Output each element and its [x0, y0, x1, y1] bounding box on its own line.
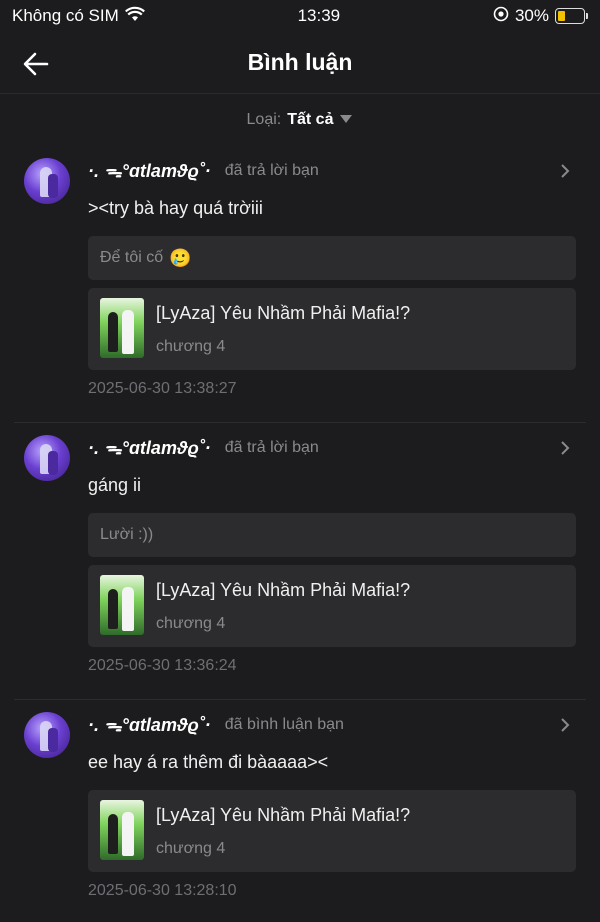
avatar[interactable] — [24, 435, 70, 481]
username[interactable]: ·. ᯓ°ɑtlamϑϱ˚· — [88, 713, 211, 737]
chevron-right-icon[interactable] — [554, 437, 576, 459]
filter-dropdown[interactable]: Loại: Tất cả — [0, 94, 600, 146]
status-right: 30% — [493, 6, 588, 27]
quoted-comment: Lười :)) — [88, 513, 576, 557]
quote-text: Lười :)) — [100, 526, 154, 543]
back-button[interactable] — [18, 46, 54, 82]
timestamp: 2025-06-30 13:38:27 — [88, 380, 237, 397]
avatar[interactable] — [24, 158, 70, 204]
chevron-right-icon[interactable] — [554, 714, 576, 736]
location-icon — [493, 6, 509, 27]
status-left: Không có SIM — [12, 6, 145, 27]
comment-text: gáng ii — [88, 475, 142, 495]
quote-text: Để tôi cố — [100, 249, 164, 266]
action-text: đã trả lời bạn — [224, 162, 319, 179]
back-arrow-icon — [23, 52, 49, 76]
chevron-right-icon[interactable] — [554, 160, 576, 182]
comment-text: ><try bà hay quá trờiii — [88, 198, 263, 218]
comment-text: ee hay á ra thêm đi bàaaaa>< — [88, 752, 329, 772]
battery-percent: 30% — [514, 6, 549, 25]
clock-time: 13:39 — [297, 6, 341, 25]
carrier-text: Không có SIM — [12, 6, 119, 25]
story-card[interactable]: [LyAza] Yêu Nhầm Phải Mafia!? chương 4 — [88, 288, 576, 370]
status-bar: Không có SIM 13:39 30% — [0, 0, 600, 32]
story-title: [LyAza] Yêu Nhầm Phải Mafia!? — [156, 579, 411, 600]
tear-smile-emoji: 🥲 — [169, 247, 192, 269]
story-title: [LyAza] Yêu Nhầm Phải Mafia!? — [156, 804, 411, 825]
username[interactable]: ·. ᯓ°ɑtlamϑϱ˚· — [88, 436, 211, 460]
story-card[interactable]: [LyAza] Yêu Nhầm Phải Mafia!? chương 4 — [88, 565, 576, 647]
filter-value: Tất cả — [287, 111, 334, 128]
dropdown-caret-icon — [339, 111, 353, 129]
action-text: đã trả lời bạn — [224, 439, 319, 456]
story-cover-image — [100, 575, 144, 635]
comment-item[interactable]: ·. ᯓ°ɑtlamϑϱ˚· đã bình luận bạn ee hay á… — [0, 700, 600, 904]
story-title: [LyAza] Yêu Nhầm Phải Mafia!? — [156, 302, 411, 323]
action-text: đã bình luận bạn — [224, 716, 344, 733]
avatar[interactable] — [24, 712, 70, 758]
page-title: Bình luận — [247, 49, 353, 75]
story-chapter: chương 4 — [156, 337, 226, 355]
comment-item[interactable]: ·. ᯓ°ɑtlamϑϱ˚· đã trả lời bạn ><try bà h… — [14, 146, 586, 423]
story-cover-image — [100, 800, 144, 860]
filter-label: Loại: — [246, 111, 282, 128]
timestamp: 2025-06-30 13:36:24 — [88, 657, 237, 674]
story-card[interactable]: [LyAza] Yêu Nhầm Phải Mafia!? chương 4 — [88, 790, 576, 872]
username[interactable]: ·. ᯓ°ɑtlamϑϱ˚· — [88, 159, 211, 183]
story-cover-image — [100, 298, 144, 358]
story-chapter: chương 4 — [156, 614, 226, 632]
story-chapter: chương 4 — [156, 839, 226, 857]
comment-item[interactable]: ·. ᯓ°ɑtlamϑϱ˚· đã trả lời bạn gáng ii Lư… — [14, 423, 586, 700]
wifi-icon — [124, 6, 145, 27]
timestamp: 2025-06-30 13:28:10 — [88, 882, 237, 899]
quoted-comment: Để tôi cố 🥲 — [88, 236, 576, 280]
nav-bar: Bình luận — [0, 32, 600, 94]
battery-icon — [554, 8, 588, 24]
